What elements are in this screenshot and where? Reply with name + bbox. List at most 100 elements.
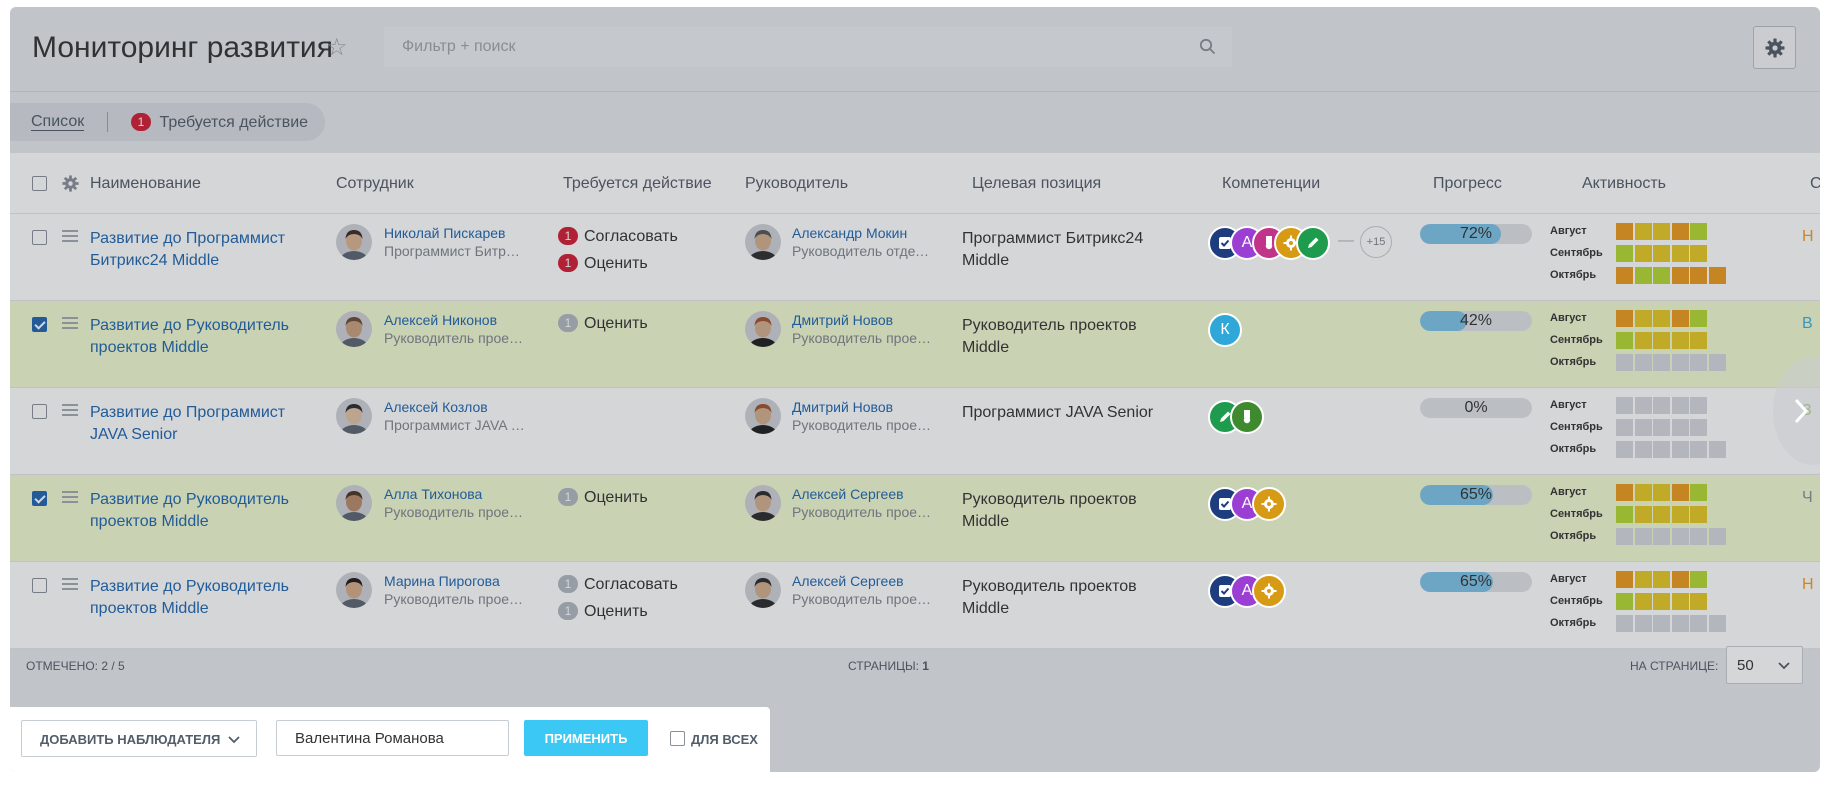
table-row[interactable]: Развитие до Программист Битрикс24 Middle…	[10, 214, 1820, 301]
activity-cell	[1616, 506, 1633, 523]
avatar[interactable]	[745, 572, 781, 608]
settings-button[interactable]	[1753, 26, 1796, 69]
employee-name-link[interactable]: Николай Пискарев	[384, 225, 505, 241]
pencil-icon[interactable]	[1296, 226, 1330, 260]
drag-handle-icon[interactable]	[62, 404, 78, 416]
employee-position: Руководитель проектов Junior	[384, 504, 526, 520]
action-label: Оценить	[584, 255, 648, 272]
column-settings-icon[interactable]	[62, 175, 79, 192]
column-header-activity[interactable]: Активность	[1582, 175, 1666, 193]
progress-bar: 72%	[1420, 224, 1532, 244]
add-observer-dropdown[interactable]: ДОБАВИТЬ НАБЛЮДАТЕЛЯ	[21, 720, 257, 757]
per-page-select[interactable]: 50	[1726, 646, 1803, 684]
employee-name-link[interactable]: Алла Тихонова	[384, 486, 482, 502]
tab-list[interactable]: Список	[31, 113, 85, 131]
avatar[interactable]	[745, 224, 781, 260]
avatar[interactable]	[745, 485, 781, 521]
action-required-item[interactable]: 1 Согласовать	[558, 227, 678, 246]
employee-position: Руководитель проектов Middle	[384, 330, 526, 346]
column-header-progress[interactable]: Прогресс	[1433, 175, 1502, 193]
employee-name-link[interactable]: Алексей Никонов	[384, 312, 497, 328]
action-required-item[interactable]: 1 Согласовать	[558, 575, 678, 594]
column-header-competencies[interactable]: Компетенции	[1222, 175, 1320, 193]
avatar[interactable]	[745, 398, 781, 434]
gear-icon[interactable]	[1252, 574, 1286, 608]
gear-icon[interactable]	[1252, 487, 1286, 521]
table-row[interactable]: Развитие до Руководитель проектов Middle…	[10, 562, 1820, 649]
manager-name-link[interactable]: Алексей Сергеев	[792, 573, 904, 589]
table-row[interactable]: Развитие до Руководитель проектов Middle…	[10, 475, 1820, 562]
apply-button[interactable]: ПРИМЕНИТЬ	[524, 720, 648, 756]
action-count-badge: 1	[131, 113, 151, 131]
avatar[interactable]	[745, 311, 781, 347]
activity-cell	[1671, 310, 1689, 327]
drag-handle-icon[interactable]	[62, 317, 78, 329]
row-checkbox[interactable]	[32, 404, 47, 419]
table-row[interactable]: Развитие до Руководитель проектов Middle…	[10, 301, 1820, 388]
competency-separator: —	[1338, 232, 1354, 249]
manager-name-link[interactable]: Дмитрий Новов	[792, 399, 893, 415]
avatar[interactable]	[336, 311, 372, 347]
activity-month-label: Октябрь	[1550, 530, 1597, 542]
target-position: Руководитель проектов Middle	[962, 317, 1137, 356]
action-required-item[interactable]: 1 Оценить	[558, 254, 648, 273]
grid-header: Наименование Сотрудник Требуется действи…	[10, 153, 1820, 214]
row-checkbox[interactable]	[32, 491, 47, 506]
row-checkbox[interactable]	[32, 230, 47, 245]
activity-cell	[1634, 397, 1652, 414]
column-header-target-position[interactable]: Целевая позиция	[972, 175, 1101, 193]
manager-position: Руководитель проектов Senior	[792, 330, 934, 346]
for-all-toggle[interactable]: ДЛЯ ВСЕХ	[670, 731, 758, 747]
employee-name-link[interactable]: Алексей Козлов	[384, 399, 488, 415]
award-icon[interactable]	[1230, 400, 1264, 434]
avatar[interactable]	[336, 398, 372, 434]
action-count-badge: 1	[558, 488, 578, 506]
action-required-item[interactable]: 1 Оценить	[558, 488, 648, 507]
tab-action-required[interactable]: 1 Требуется действие	[131, 113, 308, 132]
competency-letter: А	[1241, 495, 1253, 512]
plan-title-link[interactable]: Развитие до Руководитель проектов Middle	[90, 315, 320, 359]
manager-name-link[interactable]: Александр Мокин	[792, 225, 907, 241]
employee-name-link[interactable]: Марина Пирогова	[384, 573, 500, 589]
more-competencies-button[interactable]: +15	[1360, 226, 1392, 258]
selected-value: 2 / 5	[101, 659, 125, 673]
manager-position: Руководитель проектов Senior	[792, 417, 934, 433]
activity-cell	[1690, 267, 1707, 284]
observer-user-input[interactable]	[276, 720, 509, 756]
plan-title-link[interactable]: Развитие до Программист JAVA Senior	[90, 402, 320, 446]
grid-footer: ОТМЕЧЕНО: 2 / 5 СТРАНИЦЫ: 1 НА СТРАНИЦЕ:…	[10, 641, 1820, 693]
for-all-checkbox[interactable]	[670, 731, 685, 746]
per-page-value: 50	[1737, 657, 1754, 674]
drag-handle-icon[interactable]	[62, 578, 78, 590]
avatar[interactable]	[336, 572, 372, 608]
progress-bar: 65%	[1420, 572, 1532, 592]
row-checkbox[interactable]	[32, 317, 47, 332]
plan-title-link[interactable]: Развитие до Программист Битрикс24 Middle	[90, 228, 320, 272]
star-icon[interactable]: ☆	[326, 33, 348, 62]
plan-title-link[interactable]: Развитие до Руководитель проектов Middle	[90, 576, 320, 620]
row-checkbox[interactable]	[32, 578, 47, 593]
avatar[interactable]	[336, 224, 372, 260]
plan-title-link[interactable]: Развитие до Руководитель проектов Middle	[90, 489, 320, 533]
table-row[interactable]: Развитие до Программист JAVA Senior Алекс…	[10, 388, 1820, 475]
column-header-status[interactable]: С	[1810, 175, 1820, 193]
search-icon[interactable]	[1199, 38, 1216, 55]
activity-cell	[1671, 506, 1689, 523]
column-header-manager[interactable]: Руководитель	[745, 175, 848, 193]
drag-handle-icon[interactable]	[62, 491, 78, 503]
column-header-action-required[interactable]: Требуется действие	[563, 175, 712, 193]
action-required-item[interactable]: 1 Оценить	[558, 602, 648, 621]
search-input[interactable]: Фильтр + поиск	[384, 27, 1232, 67]
column-header-employee[interactable]: Сотрудник	[336, 175, 414, 193]
manager-name-link[interactable]: Алексей Сергеев	[792, 486, 904, 502]
drag-handle-icon[interactable]	[62, 230, 78, 242]
competency-badge[interactable]: К	[1208, 313, 1242, 347]
manager-name-link[interactable]: Дмитрий Новов	[792, 312, 893, 328]
action-count-badge: 1	[558, 314, 578, 332]
pages-value[interactable]: 1	[922, 659, 929, 673]
avatar[interactable]	[336, 485, 372, 521]
action-required-item[interactable]: 1 Оценить	[558, 314, 648, 333]
select-all-checkbox[interactable]	[32, 176, 47, 191]
activity-cell	[1708, 441, 1726, 458]
column-header-name[interactable]: Наименование	[90, 175, 201, 193]
